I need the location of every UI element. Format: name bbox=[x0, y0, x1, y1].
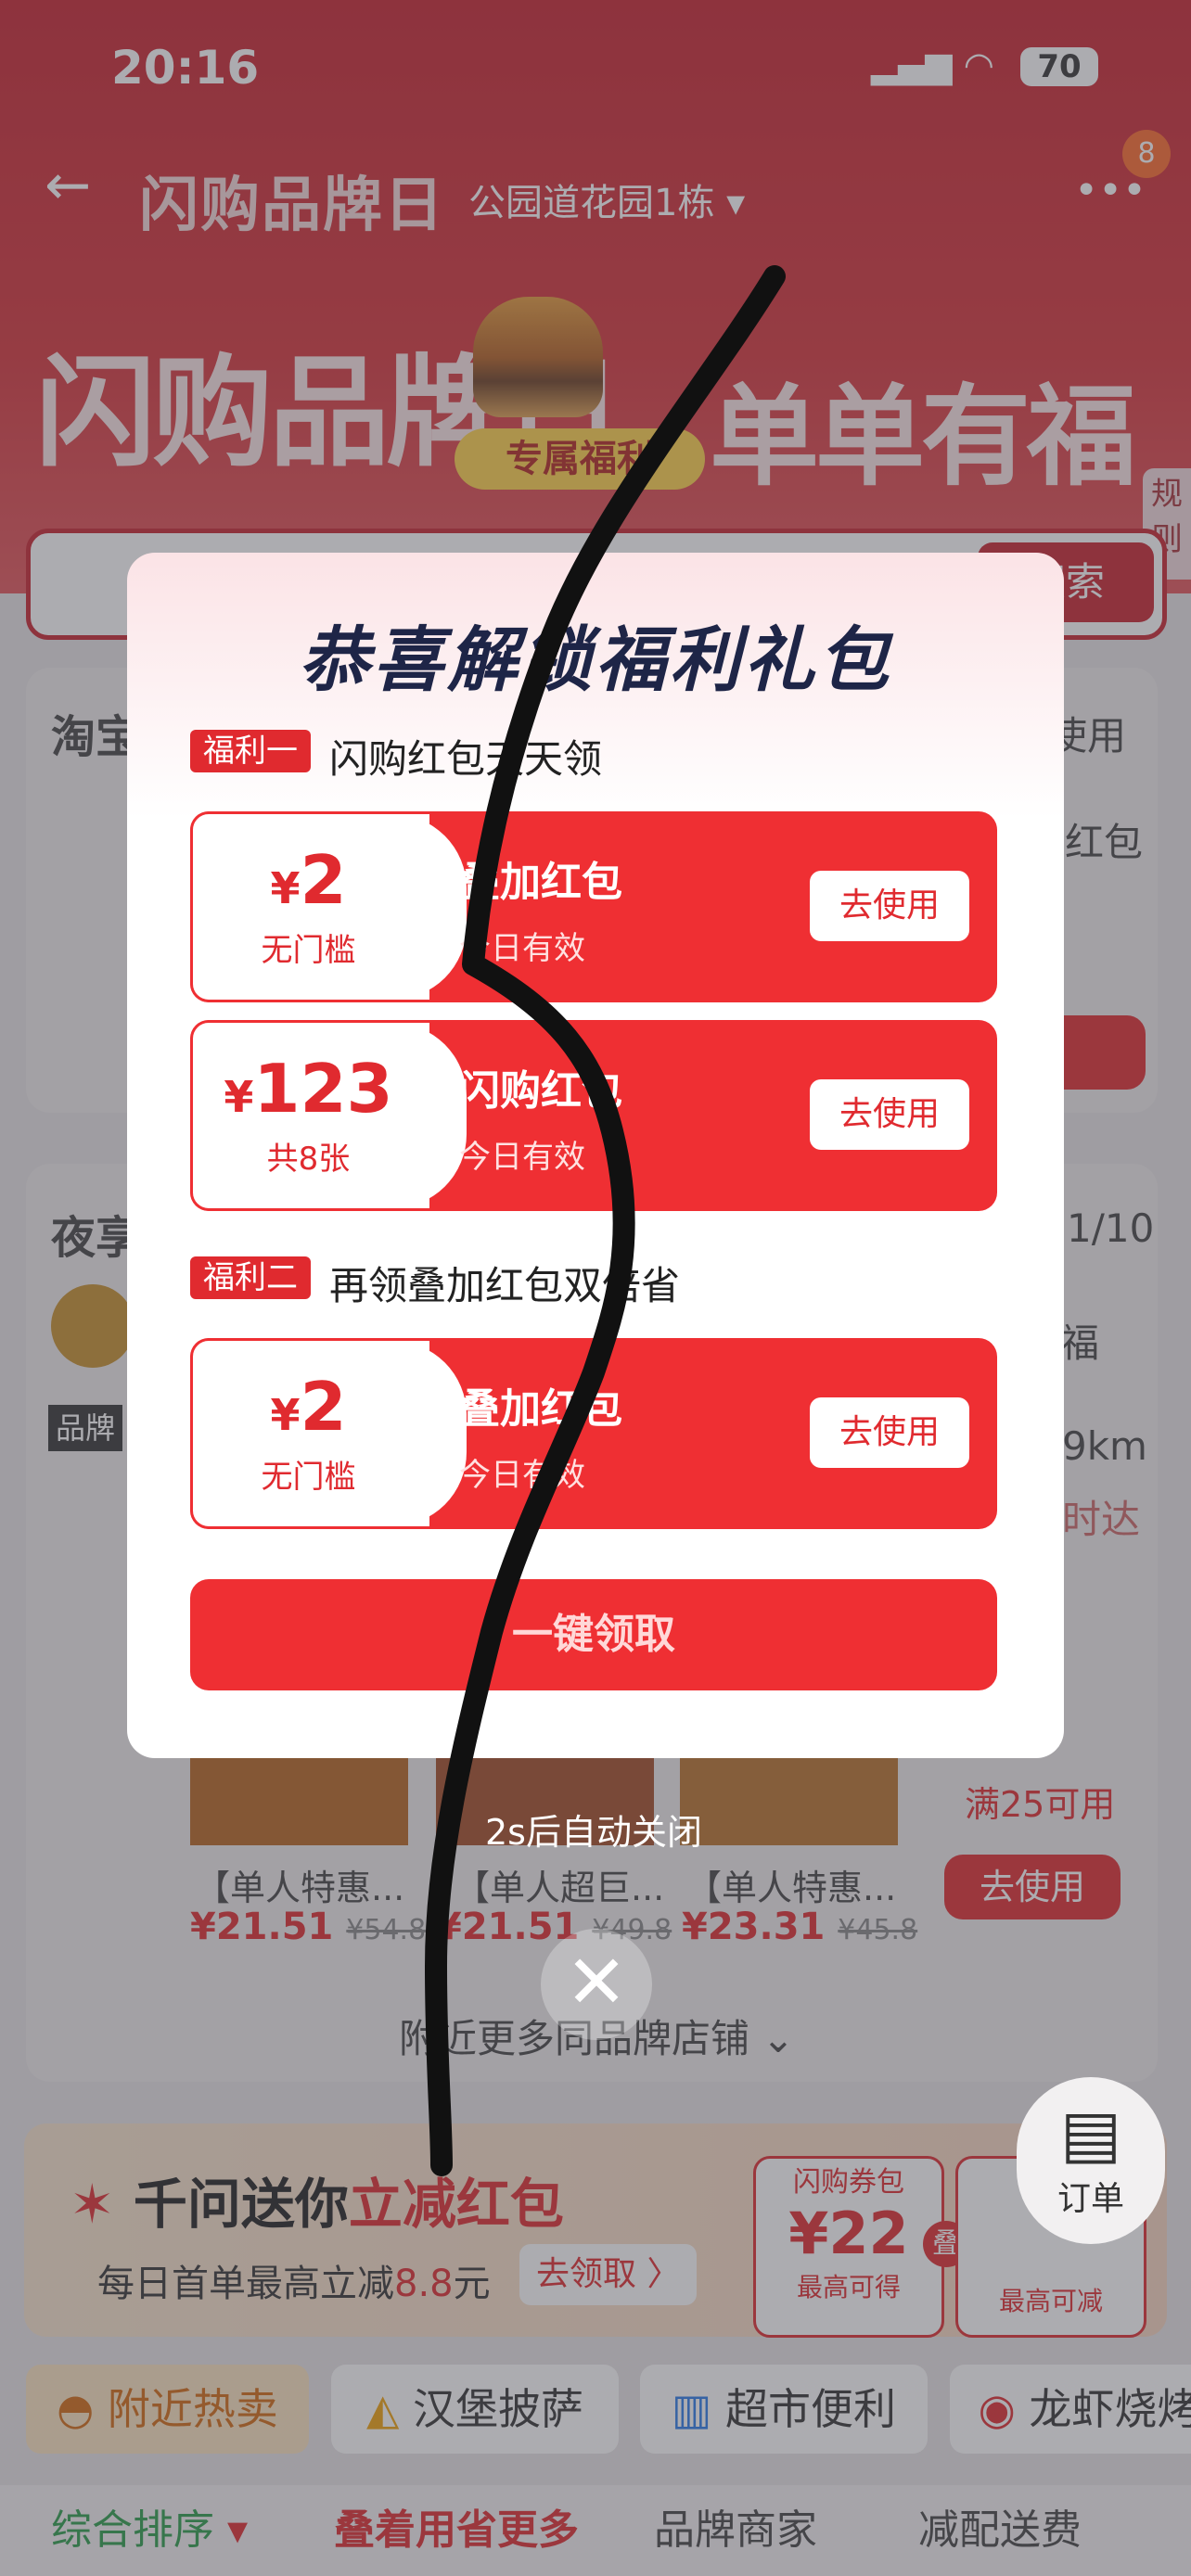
coupon-use-button[interactable]: 去使用 bbox=[810, 871, 969, 941]
coupon-title: 叠加红包 bbox=[459, 1385, 622, 1433]
coupon-sub: 共8张 bbox=[266, 1141, 351, 1178]
coupon-amount: ¥2 bbox=[190, 1368, 427, 1446]
coupon-use-button[interactable]: 去使用 bbox=[810, 1397, 969, 1468]
coupon-validity: 今日有效 bbox=[459, 1457, 585, 1494]
coupon-title: 叠加红包 bbox=[459, 859, 622, 906]
order-button[interactable]: ▤ 订单 bbox=[1017, 2077, 1165, 2244]
coupon-card-2[interactable]: ¥123 共8张 闪购红包 今日有效 去使用 bbox=[190, 1020, 997, 1211]
coupon-sub: 无门槛 bbox=[261, 932, 356, 969]
order-label: 订单 bbox=[1057, 2180, 1124, 2218]
claim-all-button[interactable]: 一键领取 bbox=[190, 1579, 997, 1690]
order-icon: ▤ bbox=[1059, 2096, 1122, 2172]
coupon-title: 闪购红包 bbox=[459, 1067, 622, 1115]
coupon-amount: ¥2 bbox=[190, 841, 427, 919]
auto-close-text: 2s后自动关闭 bbox=[485, 1812, 702, 1853]
coupon-card-1[interactable]: ¥2 无门槛 叠加红包 今日有效 去使用 bbox=[190, 811, 997, 1002]
coupon-validity: 今日有效 bbox=[459, 1139, 585, 1176]
amount-value: 123 bbox=[253, 1050, 393, 1128]
close-icon[interactable]: ✕ bbox=[541, 1929, 652, 2040]
modal-title: 恭喜解锁福利礼包 bbox=[299, 618, 892, 701]
coupon-sub: 无门槛 bbox=[261, 1459, 356, 1496]
benefit2-desc: 再领叠加红包双倍省 bbox=[329, 1263, 681, 1308]
currency: ¥ bbox=[270, 863, 301, 913]
coupon-amount: ¥123 bbox=[190, 1050, 427, 1128]
amount-value: 2 bbox=[300, 1368, 347, 1446]
amount-value: 2 bbox=[300, 841, 347, 919]
currency: ¥ bbox=[224, 1072, 254, 1122]
benefit1-desc: 闪购红包天天领 bbox=[329, 736, 603, 782]
benefit1-tag: 福利一 bbox=[190, 730, 311, 772]
currency: ¥ bbox=[270, 1390, 301, 1440]
benefit2-tag: 福利二 bbox=[190, 1256, 311, 1299]
coupon-validity: 今日有效 bbox=[459, 930, 585, 967]
coupon-card-3[interactable]: ¥2 无门槛 叠加红包 今日有效 去使用 bbox=[190, 1338, 997, 1529]
coupon-use-button[interactable]: 去使用 bbox=[810, 1079, 969, 1150]
